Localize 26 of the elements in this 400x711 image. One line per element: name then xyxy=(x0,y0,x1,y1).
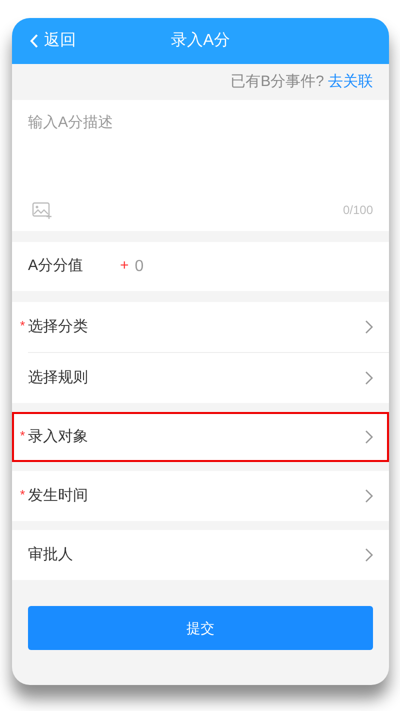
form-row[interactable]: * 录入对象 xyxy=(12,412,389,462)
chevron-icon xyxy=(365,320,373,334)
form-row[interactable]: 选择规则 xyxy=(12,353,389,403)
question-text: 已有B分事件? xyxy=(230,72,324,92)
form-row[interactable]: * 选择分类 xyxy=(12,302,389,352)
description-field[interactable]: 输入A分描述 xyxy=(12,100,389,201)
image-add-icon[interactable] xyxy=(32,202,52,218)
row-label: 发生时间 xyxy=(28,486,89,506)
required-asterisk: * xyxy=(20,486,26,504)
page-title: 录入A分 xyxy=(171,32,230,49)
chevron-icon xyxy=(365,371,373,385)
character-counter: 0/100 xyxy=(342,202,373,219)
row-label: 选择分类 xyxy=(28,316,89,337)
row-label: 审批人 xyxy=(28,544,74,565)
row-label: 录入对象 xyxy=(28,426,89,447)
back-icon xyxy=(30,34,38,48)
plus-sign: + xyxy=(120,256,129,276)
row-label: 选择规则 xyxy=(28,368,89,388)
chevron-icon xyxy=(365,489,373,503)
chevron-icon xyxy=(365,548,373,562)
score-label: A分分值 xyxy=(28,256,84,276)
form-row[interactable]: 审批人 xyxy=(12,530,389,580)
required-asterisk: * xyxy=(20,317,26,335)
chevron-icon xyxy=(365,430,373,444)
form-row[interactable]: * 发生时间 xyxy=(12,471,389,521)
required-asterisk: * xyxy=(20,427,26,445)
